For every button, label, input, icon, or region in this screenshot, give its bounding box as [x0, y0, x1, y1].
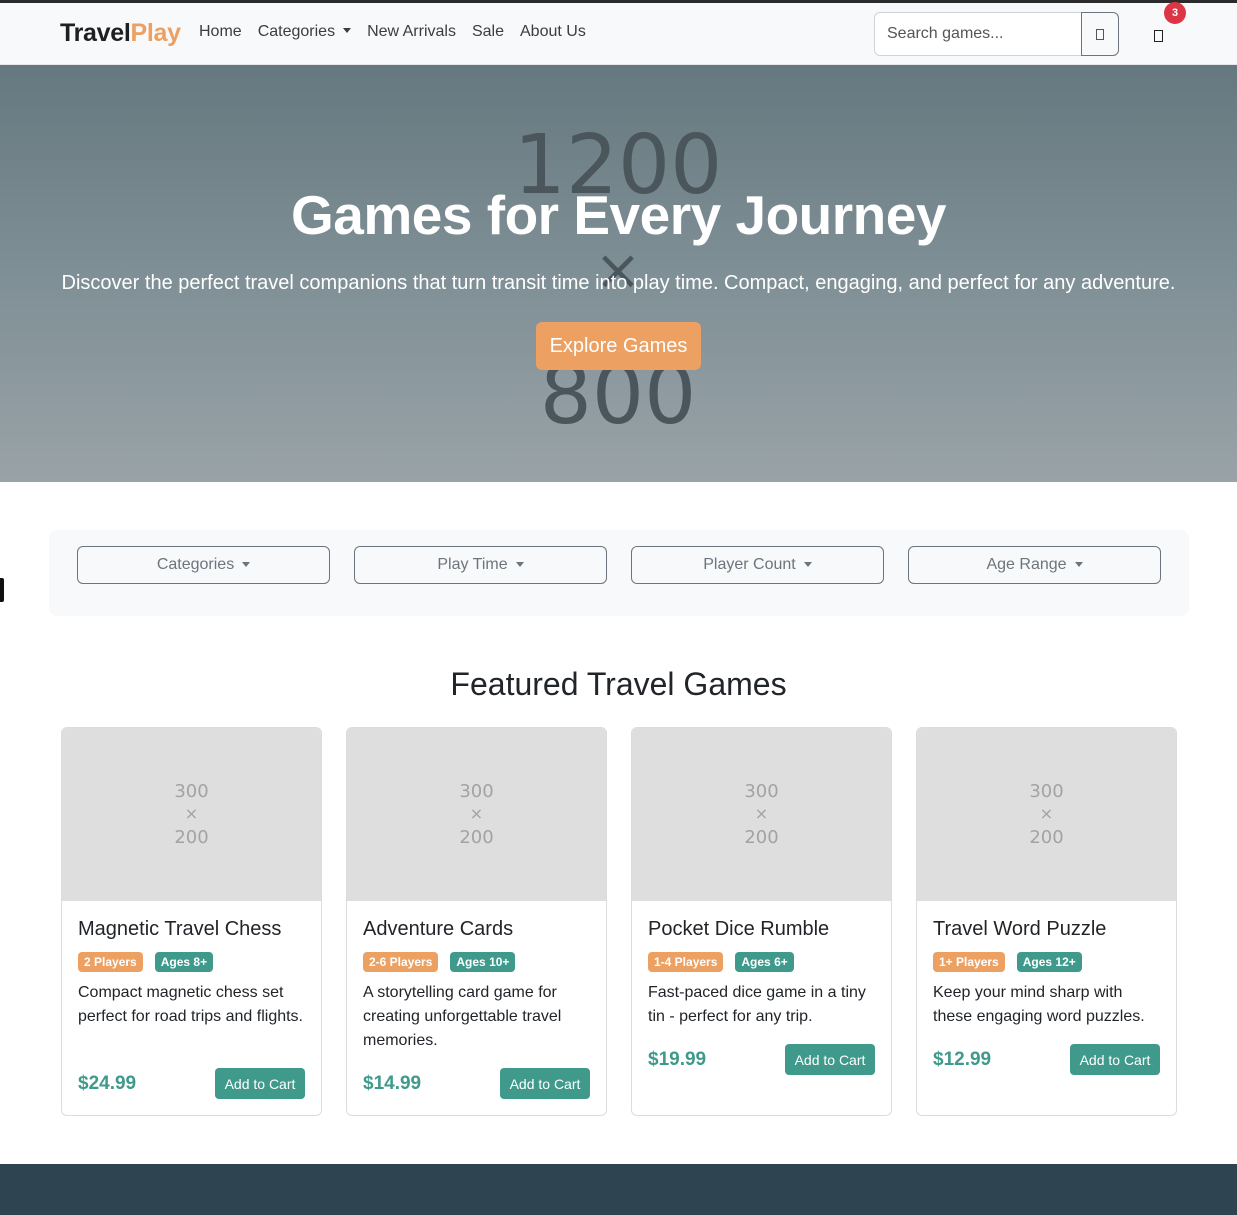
search-icon [1096, 28, 1104, 40]
ages-badge: Ages 10+ [450, 952, 516, 972]
product-description: Keep your mind sharp with these engaging… [933, 984, 1145, 1025]
placeholder-width: 300 [1029, 781, 1064, 802]
nav-new-arrivals[interactable]: New Arrivals [367, 23, 456, 41]
product-badges: 1+ Players Ages 12+ [933, 952, 1082, 972]
product-card: 300 × 200 Pocket Dice Rumble 1-4 Players… [631, 727, 892, 1116]
nav-about-us[interactable]: About Us [520, 23, 586, 41]
ages-badge: Ages 8+ [154, 952, 214, 972]
product-badges: 1-4 Players Ages 6+ [648, 952, 794, 972]
caret-down-icon [343, 28, 352, 34]
filter-categories-label: Categories [156, 556, 235, 573]
product-card: 300 × 200 Travel Word Puzzle 1+ Players … [916, 727, 1177, 1116]
product-title[interactable]: Pocket Dice Rumble [648, 918, 829, 941]
add-to-cart-button[interactable]: Add to Cart [1070, 1044, 1160, 1075]
search-form [874, 12, 1119, 56]
product-title[interactable]: Magnetic Travel Chess [78, 918, 281, 941]
add-to-cart-button[interactable]: Add to Cart [785, 1044, 875, 1075]
nav-links: Home Categories New Arrivals Sale About … [199, 23, 602, 41]
filter-play-time-dropdown[interactable]: Play Time [354, 546, 607, 584]
brand-text-play: Play [130, 19, 181, 47]
filter-bar: Categories Play Time Player Count Age Ra… [49, 530, 1189, 616]
cart-icon [1153, 30, 1163, 42]
players-badge: 2-6 Players [363, 952, 439, 972]
placeholder-height: 200 [744, 827, 779, 848]
product-card: 300 × 200 Adventure Cards 2-6 Players Ag… [346, 727, 607, 1116]
filter-play-time-label: Play Time [437, 556, 508, 573]
players-badge: 1+ Players [933, 952, 1005, 972]
add-to-cart-button[interactable]: Add to Cart [215, 1068, 305, 1099]
search-button[interactable] [1081, 12, 1119, 56]
nav-home[interactable]: Home [199, 23, 242, 41]
placeholder-times: × [1039, 804, 1054, 823]
caret-down-icon [1074, 561, 1083, 567]
nav-categories-label: Categories [257, 23, 336, 40]
product-title[interactable]: Travel Word Puzzle [933, 918, 1106, 941]
hero-title: Games for Every Journey [291, 184, 946, 246]
brand-text-travel: Travel [60, 19, 131, 47]
placeholder-height: 200 [174, 827, 209, 848]
placeholder-height: 200 [1029, 827, 1064, 848]
caret-down-icon [803, 561, 812, 567]
filter-age-range-label: Age Range [986, 556, 1067, 573]
caret-down-icon [242, 561, 251, 567]
filter-categories-dropdown[interactable]: Categories [77, 546, 330, 584]
product-price: $14.99 [363, 1073, 422, 1094]
nav-sale[interactable]: Sale [472, 23, 504, 41]
product-description: Compact magnetic chess set perfect for r… [78, 984, 303, 1025]
filter-player-count-label: Player Count [703, 556, 796, 573]
product-image-placeholder[interactable]: 300 × 200 [62, 728, 321, 901]
product-price: $12.99 [933, 1049, 992, 1070]
brand-logo[interactable]: TravelPlay [60, 19, 181, 48]
footer [0, 1164, 1237, 1215]
placeholder-height: 200 [459, 827, 494, 848]
nav-categories-dropdown[interactable]: Categories [257, 23, 352, 41]
filter-age-range-dropdown[interactable]: Age Range [908, 546, 1161, 584]
players-badge: 2 Players [78, 952, 143, 972]
product-card: 300 × 200 Magnetic Travel Chess 2 Player… [61, 727, 322, 1116]
ages-badge: Ages 6+ [735, 952, 794, 972]
hero-subtitle: Discover the perfect travel companions t… [61, 272, 1176, 294]
product-title[interactable]: Adventure Cards [363, 918, 513, 941]
players-badge: 1-4 Players [648, 952, 724, 972]
filter-player-count-dropdown[interactable]: Player Count [631, 546, 884, 584]
product-image-placeholder[interactable]: 300 × 200 [917, 728, 1176, 901]
placeholder-times: × [754, 804, 769, 823]
product-badges: 2-6 Players Ages 10+ [363, 952, 516, 972]
product-description: A storytelling card game for creating un… [363, 984, 562, 1049]
product-badges: 2 Players Ages 8+ [78, 952, 214, 972]
cart-button[interactable] [1147, 24, 1169, 48]
placeholder-times: × [184, 804, 199, 823]
placeholder-times: × [469, 804, 484, 823]
product-description: Fast-paced dice game in a tiny tin - per… [648, 984, 866, 1025]
product-image-placeholder[interactable]: 300 × 200 [632, 728, 891, 901]
placeholder-width: 300 [744, 781, 779, 802]
side-edge-tab[interactable] [0, 578, 4, 602]
product-price: $19.99 [648, 1049, 707, 1070]
placeholder-width: 300 [459, 781, 494, 802]
navbar: TravelPlay Home Categories New Arrivals … [0, 3, 1237, 65]
add-to-cart-button[interactable]: Add to Cart [500, 1068, 590, 1099]
hero-banner: 1200 × 800 Games for Every Journey Disco… [0, 65, 1237, 482]
product-price: $24.99 [78, 1073, 137, 1094]
placeholder-width: 300 [174, 781, 209, 802]
cart-count-badge: 3 [1164, 2, 1186, 24]
caret-down-icon [515, 561, 524, 567]
ages-badge: Ages 12+ [1016, 952, 1082, 972]
explore-games-button[interactable]: Explore Games [536, 322, 701, 370]
featured-section-title: Featured Travel Games [450, 666, 787, 702]
search-input[interactable] [874, 12, 1081, 56]
product-image-placeholder[interactable]: 300 × 200 [347, 728, 606, 901]
